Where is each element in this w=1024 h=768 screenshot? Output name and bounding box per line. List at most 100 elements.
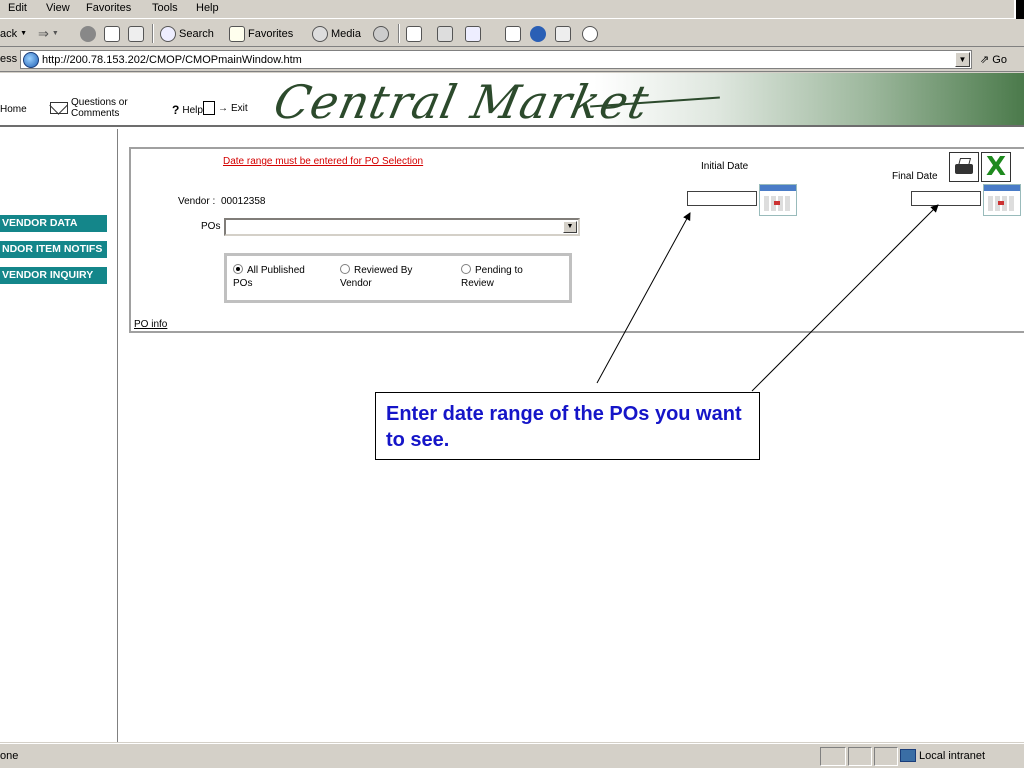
help-link[interactable]: ? Help xyxy=(172,103,203,117)
refresh-icon[interactable] xyxy=(104,26,120,42)
exit-link[interactable]: → Exit xyxy=(203,101,248,115)
radio-all-published[interactable]: All Published POs xyxy=(233,264,305,290)
radio-reviewed-line2: Vendor xyxy=(340,278,372,289)
search-label: Search xyxy=(179,27,214,40)
initial-date-label: Initial Date xyxy=(701,161,749,172)
radio-pending-line1: Pending to xyxy=(475,265,523,276)
home-link[interactable]: Home xyxy=(0,104,27,115)
messenger-icon[interactable] xyxy=(530,26,546,42)
final-date-label: Final Date xyxy=(892,171,938,182)
menu-tools[interactable]: Tools xyxy=(152,2,178,14)
research-icon[interactable] xyxy=(555,26,571,42)
favorites-icon xyxy=(229,25,245,42)
initial-date-input[interactable] xyxy=(687,191,757,206)
search-button[interactable]: Search xyxy=(160,24,214,43)
home-icon[interactable] xyxy=(128,26,144,42)
radio-all-published-line1: All Published xyxy=(247,265,305,276)
final-date-input[interactable] xyxy=(911,191,981,206)
radio-reviewed-by-vendor[interactable]: Reviewed By Vendor xyxy=(340,264,412,290)
go-button[interactable]: ⇗ Go xyxy=(980,53,1007,66)
favorites-label: Favorites xyxy=(248,27,294,40)
go-label: Go xyxy=(992,54,1007,66)
excel-export-icon[interactable]: X xyxy=(981,152,1011,182)
exit-arrow-icon: → xyxy=(218,102,228,114)
media-icon xyxy=(312,25,328,42)
exit-label: Exit xyxy=(231,102,248,114)
menu-edit[interactable]: Edit xyxy=(8,2,27,14)
radio-all-published-line2: POs xyxy=(233,278,253,289)
chevron-down-icon[interactable]: ▼ xyxy=(563,221,577,233)
chevron-down-icon[interactable]: ▼ xyxy=(955,52,970,67)
radio-dot xyxy=(340,264,350,274)
browser-toolbar: ack ▼ ⇒ ▼ Search Favorites Media xyxy=(0,20,1024,47)
radio-pending-to-review[interactable]: Pending to Review xyxy=(461,264,523,290)
address-bar: ess http://200.78.153.202/CMOP/CMOPmainW… xyxy=(0,48,1024,72)
help-label: Help xyxy=(182,104,203,116)
window-corner xyxy=(1014,0,1024,19)
toolbar-divider xyxy=(152,24,154,43)
radio-reviewed-line1: Reviewed By xyxy=(354,265,413,276)
back-button[interactable]: ack ▼ xyxy=(0,24,27,43)
history-icon[interactable] xyxy=(373,26,389,42)
app-header: Home Questions or Comments ? Help → Exit… xyxy=(0,73,1024,129)
left-nav: VENDOR DATA NDOR ITEM NOTIFS VENDOR INQU… xyxy=(0,129,118,742)
menu-view[interactable]: View xyxy=(46,2,70,14)
radio-pending-line2: Review xyxy=(461,278,494,289)
radio-dot xyxy=(233,264,243,274)
questions-line2: Comments xyxy=(71,108,120,119)
questions-link[interactable]: Questions or Comments xyxy=(50,97,128,119)
po-info-link[interactable]: PO info xyxy=(134,319,167,330)
media-button[interactable]: Media xyxy=(312,24,361,43)
chevron-down-icon: ▼ xyxy=(20,30,28,37)
envelope-icon xyxy=(50,102,68,114)
go-arrow-icon: ⇗ xyxy=(980,54,990,66)
address-url: http://200.78.153.202/CMOP/CMOPmainWindo… xyxy=(42,53,302,66)
po-selection-panel: Date range must be entered for PO Select… xyxy=(129,147,1024,333)
favorites-button[interactable]: Favorites xyxy=(229,24,293,43)
question-mark-icon: ? xyxy=(172,103,180,117)
print-icon[interactable] xyxy=(437,26,453,42)
page-content: Home Questions or Comments ? Help → Exit… xyxy=(0,73,1024,742)
status-cell xyxy=(874,747,898,766)
discuss-icon[interactable] xyxy=(505,26,521,42)
vendor-label: Vendor : xyxy=(178,196,216,207)
forward-button[interactable]: ⇒ ▼ xyxy=(38,24,59,43)
date-range-warning[interactable]: Date range must be entered for PO Select… xyxy=(223,156,423,167)
central-market-logo: Central Market xyxy=(269,75,655,129)
questions-text: Questions or Comments xyxy=(71,97,128,119)
chat-icon[interactable] xyxy=(582,26,598,42)
final-date-calendar-icon[interactable] xyxy=(983,184,1021,216)
print-icon[interactable] xyxy=(949,152,979,182)
radio-dot xyxy=(461,264,471,274)
status-cell xyxy=(848,747,872,766)
pos-label: POs xyxy=(201,221,221,232)
initial-date-calendar-icon[interactable] xyxy=(759,184,797,216)
nav-vendor-data[interactable]: VENDOR DATA xyxy=(0,215,107,232)
nav-vendor-inquiry[interactable]: VENDOR INQUIRY xyxy=(0,267,107,284)
instruction-callout: Enter date range of the POs you want to … xyxy=(375,392,760,460)
menu-bar: Edit View Favorites Tools Help xyxy=(0,0,1024,19)
po-filter-group: All Published POs Reviewed By Vendor Pen… xyxy=(224,253,572,303)
pos-select[interactable]: ▼ xyxy=(224,218,580,236)
home-label: Home xyxy=(0,104,27,115)
address-input[interactable]: http://200.78.153.202/CMOP/CMOPmainWindo… xyxy=(20,50,972,69)
status-bar: one Local intranet xyxy=(0,743,1024,768)
forward-arrow-icon: ⇒ xyxy=(38,25,49,41)
status-text: one xyxy=(0,750,19,762)
vendor-value: 00012358 xyxy=(221,196,266,207)
back-label: ack xyxy=(0,27,18,40)
chevron-down-icon: ▼ xyxy=(51,30,59,37)
menu-favorites[interactable]: Favorites xyxy=(86,2,131,14)
menu-help[interactable]: Help xyxy=(196,2,219,14)
mail-icon[interactable] xyxy=(406,26,422,42)
door-icon xyxy=(203,101,215,115)
page-icon xyxy=(23,51,39,68)
questions-line1: Questions or xyxy=(71,97,128,108)
browser-window: Edit View Favorites Tools Help ack ▼ ⇒ ▼… xyxy=(0,0,1024,768)
media-label: Media xyxy=(331,27,361,40)
search-icon xyxy=(160,25,176,42)
stop-icon[interactable] xyxy=(80,26,96,42)
nav-vendor-item-notifs[interactable]: NDOR ITEM NOTIFS xyxy=(0,241,107,258)
edit-icon[interactable] xyxy=(465,26,481,42)
toolbar-divider xyxy=(398,24,400,43)
